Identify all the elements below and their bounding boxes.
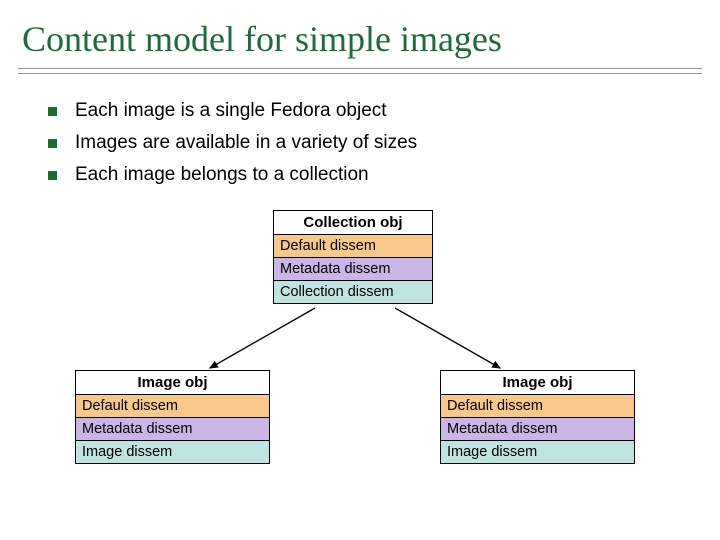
- image-object-box-right: Image obj Default dissem Metadata dissem…: [440, 370, 635, 464]
- bullet-item: Images are available in a variety of siz…: [48, 132, 720, 154]
- image-left-title: Image obj: [76, 371, 269, 395]
- image-left-row-default: Default dissem: [76, 395, 269, 418]
- bullet-item: Each image belongs to a collection: [48, 164, 720, 186]
- diagram-area: Collection obj Default dissem Metadata d…: [0, 200, 720, 500]
- image-left-row-metadata: Metadata dissem: [76, 418, 269, 441]
- bullet-text: Each image belongs to a collection: [75, 164, 369, 186]
- image-object-box-left: Image obj Default dissem Metadata dissem…: [75, 370, 270, 464]
- bullet-item: Each image is a single Fedora object: [48, 100, 720, 122]
- collection-row-default: Default dissem: [274, 235, 432, 258]
- bullet-text: Images are available in a variety of siz…: [75, 132, 417, 154]
- bullet-icon: [48, 171, 57, 180]
- collection-title: Collection obj: [274, 211, 432, 235]
- image-right-row-default: Default dissem: [441, 395, 634, 418]
- collection-row-collection: Collection dissem: [274, 281, 432, 303]
- bullet-text: Each image is a single Fedora object: [75, 100, 387, 122]
- image-left-row-image: Image dissem: [76, 441, 269, 463]
- image-right-title: Image obj: [441, 371, 634, 395]
- image-right-row-image: Image dissem: [441, 441, 634, 463]
- slide-title: Content model for simple images: [0, 0, 720, 68]
- image-right-row-metadata: Metadata dissem: [441, 418, 634, 441]
- bullet-list: Each image is a single Fedora object Ima…: [48, 100, 720, 186]
- bullet-icon: [48, 139, 57, 148]
- collection-row-metadata: Metadata dissem: [274, 258, 432, 281]
- title-underline: [18, 68, 702, 74]
- bullet-icon: [48, 107, 57, 116]
- collection-object-box: Collection obj Default dissem Metadata d…: [273, 210, 433, 304]
